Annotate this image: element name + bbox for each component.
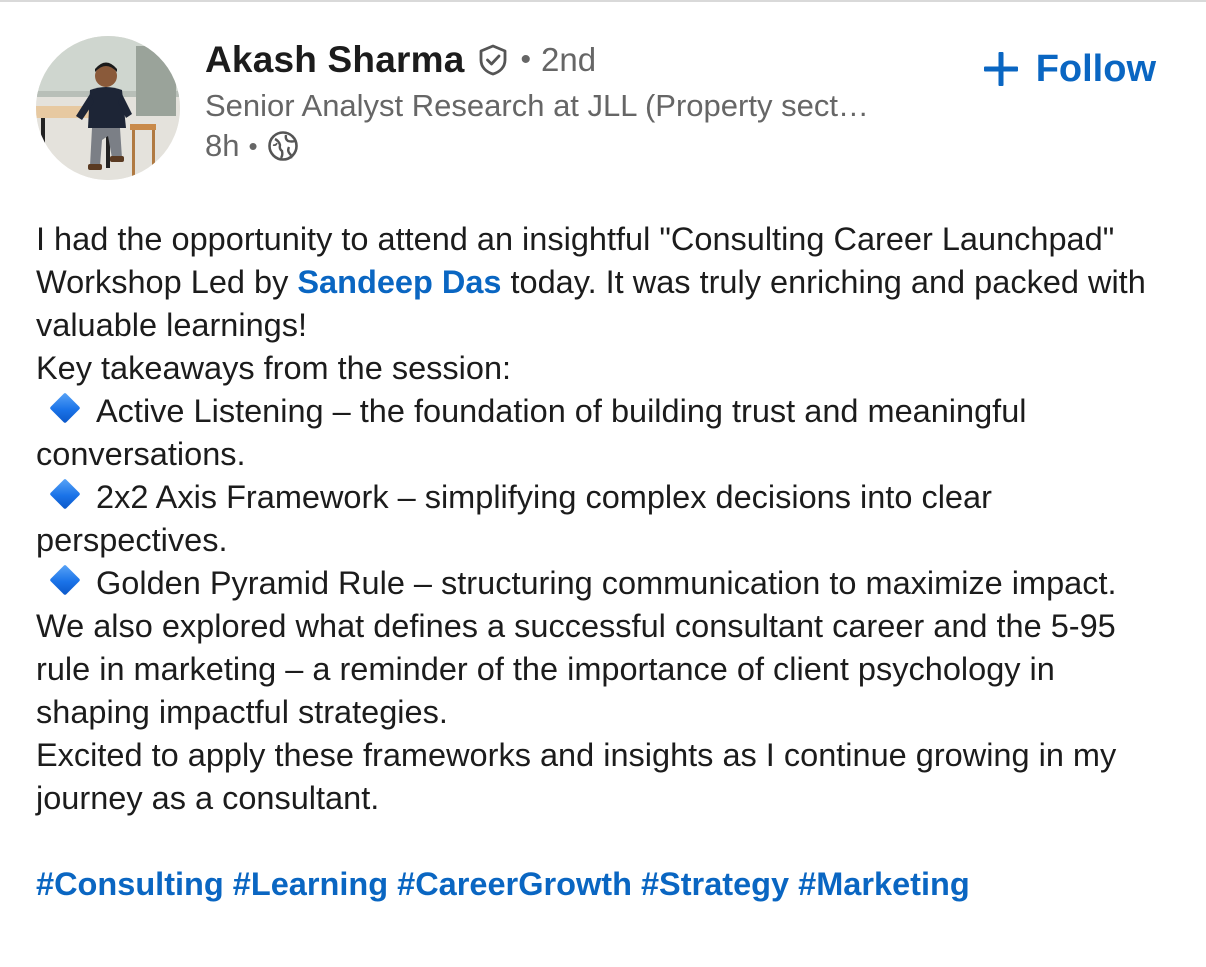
bullet-item: Active Listening – the foundation of bui… <box>36 390 1176 476</box>
hashtag-link[interactable]: #Marketing <box>798 866 970 902</box>
avatar-photo <box>36 36 180 180</box>
takeaways-heading: Key takeaways from the session: <box>36 350 512 386</box>
connection-degree: 2nd <box>540 41 597 78</box>
bullet-text: Active Listening – the foundation of bui… <box>36 393 1027 472</box>
post-intro: I had the opportunity to attend an insig… <box>36 218 1176 347</box>
bullet-text: 2x2 Axis Framework – simplifying complex… <box>36 479 992 558</box>
post-header: Akash Sharma • 2nd Senior Analyst Resear… <box>36 34 1176 184</box>
blue-diamond-icon <box>49 478 81 510</box>
separator-dot: • <box>248 130 258 161</box>
bullet-item: 2x2 Axis Framework – simplifying complex… <box>36 476 1176 562</box>
author-name[interactable]: Akash Sharma <box>205 39 464 81</box>
follow-label: Follow <box>1035 47 1156 90</box>
bullet-item: Golden Pyramid Rule – structuring commun… <box>36 562 1176 605</box>
hashtag-link[interactable]: #Consulting <box>36 866 224 902</box>
author-headline: Senior Analyst Research at JLL (Property… <box>205 88 869 123</box>
hashtag-link[interactable]: #CareerGrowth <box>397 866 632 902</box>
verified-shield-icon <box>476 43 510 77</box>
bullet-text: Golden Pyramid Rule – structuring commun… <box>96 565 1117 601</box>
globe-icon <box>267 130 299 162</box>
follow-button[interactable]: Follow <box>982 44 1156 94</box>
plus-icon <box>982 50 1020 88</box>
post-paragraph: We also explored what defines a successf… <box>36 608 1116 730</box>
name-row: Akash Sharma • 2nd <box>205 34 985 86</box>
author-meta: Akash Sharma • 2nd Senior Analyst Resear… <box>205 34 985 166</box>
blue-diamond-icon <box>49 392 81 424</box>
hashtag-link[interactable]: #Learning <box>233 866 388 902</box>
post-body: I had the opportunity to attend an insig… <box>36 218 1176 906</box>
hashtag-row: #Consulting #Learning #CareerGrowth #Str… <box>36 863 1176 906</box>
top-divider <box>0 0 1206 2</box>
post-paragraph: Excited to apply these frameworks and in… <box>36 737 1117 816</box>
avatar[interactable] <box>36 36 180 180</box>
mention-link[interactable]: Sandeep Das <box>297 264 501 300</box>
post-time-row: 8h • <box>205 126 985 166</box>
blue-diamond-icon <box>49 564 81 596</box>
separator-dot: • <box>520 43 531 76</box>
hashtag-link[interactable]: #Strategy <box>641 866 789 902</box>
post-timestamp: 8h <box>205 128 240 163</box>
